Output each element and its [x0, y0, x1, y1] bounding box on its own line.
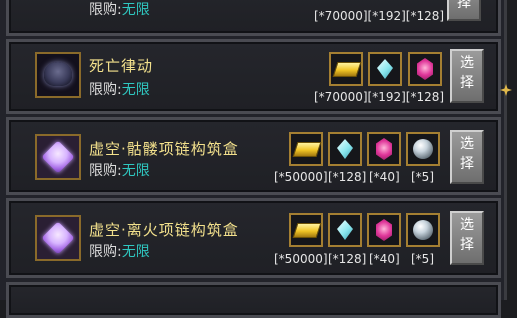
select-button[interactable]: 择 [447, 0, 481, 21]
construction-box-icon [41, 140, 75, 174]
item-name: 虚空·离火项链构筑盒 [89, 221, 239, 239]
cost-counts: [*70000][*192][*128] [314, 90, 445, 104]
gold-ingot-icon[interactable] [329, 52, 363, 86]
pink-gem-icon[interactable] [408, 52, 442, 86]
cost-count-orb: [*5] [411, 252, 434, 266]
cost-count-crystal: [*128] [328, 170, 367, 184]
item-icon[interactable] [35, 134, 81, 180]
gold-ingot-icon[interactable] [289, 132, 323, 166]
item-icon[interactable] [35, 215, 81, 261]
item-name: 死亡律动 [89, 57, 154, 75]
purchase-limit-value: 无限 [121, 82, 150, 98]
shop-row: 虚空·离火项链构筑盒 限购:无限 [*50000] [*128] [*40] [… [6, 198, 501, 278]
crystal-icon[interactable] [368, 52, 402, 86]
purchase-limit-value: 无限 [121, 163, 150, 179]
select-button[interactable]: 选 择 [450, 130, 484, 184]
silver-orb-icon[interactable] [406, 213, 440, 247]
select-button[interactable]: 选 择 [450, 49, 484, 103]
shop-panel: 限购:无限 [*70000][*192][*128] 择 死亡律动 限购:无限 … [0, 0, 507, 318]
pink-gem-icon[interactable] [367, 213, 401, 247]
purchase-limit: 限购:无限 [89, 82, 150, 98]
pink-gem-icon[interactable] [367, 132, 401, 166]
crystal-icon[interactable] [328, 213, 362, 247]
construction-box-icon [41, 221, 75, 255]
item-icon[interactable] [35, 52, 81, 98]
purchase-limit: 限购:无限 [89, 2, 150, 18]
shop-row: 限购:无限 [*70000][*192][*128] 择 [6, 0, 501, 36]
cost-counts: [*70000][*192][*128] [314, 9, 445, 23]
shop-row [6, 282, 501, 318]
purchase-limit: 限购:无限 [89, 163, 150, 179]
purchase-limit-value: 无限 [121, 2, 150, 18]
cost-count-gem: [*40] [369, 252, 400, 266]
item-name: 虚空·骷髅项链构筑盒 [89, 140, 239, 158]
crystal-icon[interactable] [328, 132, 362, 166]
cost-count-orb: [*5] [411, 170, 434, 184]
purchase-limit-value: 无限 [121, 244, 150, 260]
cost-count-crystal: [*128] [328, 252, 367, 266]
cost-count-gold: [*50000] [274, 170, 328, 184]
cost-count-gold: [*50000] [274, 252, 328, 266]
purchase-limit: 限购:无限 [89, 244, 150, 260]
shop-row: 死亡律动 限购:无限 [*70000][*192][*128] 选 择 [6, 39, 501, 114]
cost-count-gem: [*40] [369, 170, 400, 184]
shop-row: 虚空·骷髅项链构筑盒 限购:无限 [*50000] [*128] [*40] [… [6, 117, 501, 195]
silver-orb-icon[interactable] [406, 132, 440, 166]
select-button[interactable]: 选 择 [450, 211, 484, 265]
gold-ingot-icon[interactable] [289, 213, 323, 247]
skull-icon [44, 62, 72, 86]
